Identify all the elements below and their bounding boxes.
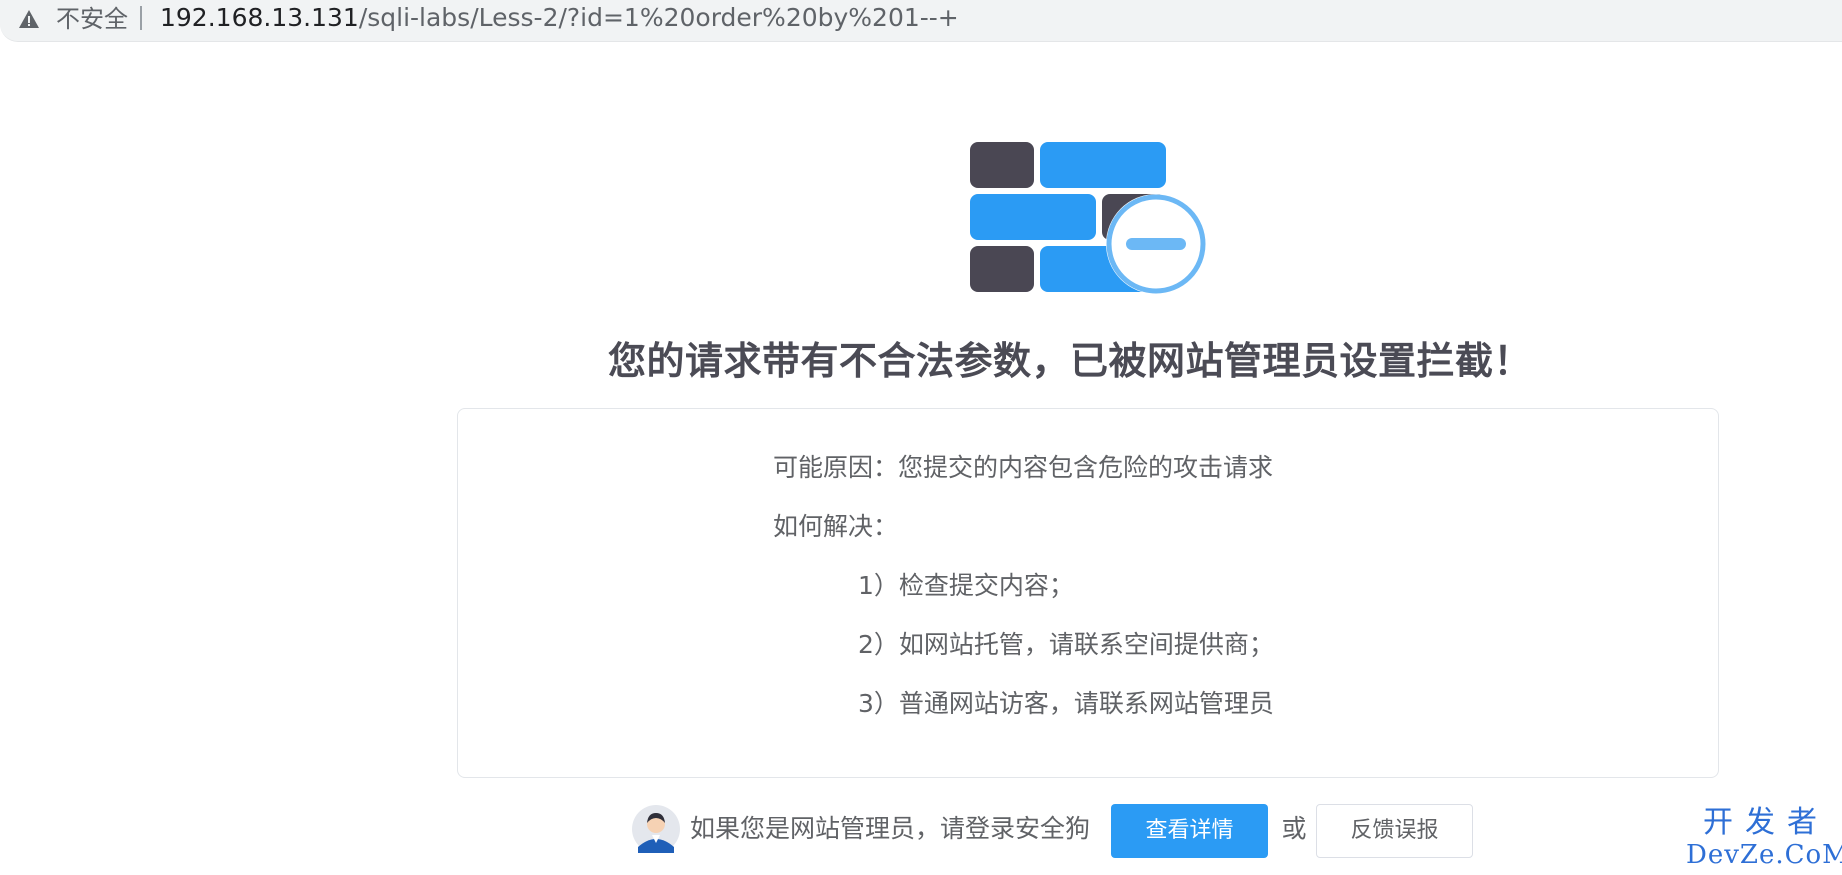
solution-step: 2）如网站托管，请联系空间提供商； [858, 630, 1274, 659]
solution-step: 3）普通网站访客，请联系网站管理员 [858, 689, 1274, 718]
firewall-blocked-icon [970, 142, 1206, 294]
url-host: 192.168.13.131 [160, 3, 359, 32]
watermark-cn: 开发者 [1703, 805, 1829, 840]
or-separator: 或 [1281, 814, 1307, 843]
address-bar[interactable]: 不安全 192.168.13.131/sqli-labs/Less-2/?id=… [0, 0, 1842, 42]
report-false-positive-button[interactable]: 反馈误报 [1316, 804, 1473, 858]
solution-step: 1）检查提交内容； [858, 571, 1074, 600]
admin-footer: 如果您是网站管理员，请登录安全狗 查看详情 或 反馈误报 [0, 800, 1842, 860]
url-path: /sqli-labs/Less-2/?id=1%20order%20by%201… [358, 3, 959, 32]
warning-triangle-icon [19, 10, 39, 28]
devze-watermark: 开发者 DevZe.CoM [1686, 805, 1842, 871]
address-separator [140, 6, 142, 30]
solution-heading: 如何解决： [773, 512, 899, 541]
possible-reason-text: 可能原因：您提交的内容包含危险的攻击请求 [773, 453, 1274, 482]
view-details-button[interactable]: 查看详情 [1111, 804, 1268, 858]
watermark-en: DevZe.CoM [1686, 840, 1842, 870]
security-status-label[interactable]: 不安全 [56, 4, 128, 34]
admin-avatar-icon [632, 805, 680, 853]
page-title: 您的请求带有不合法参数，已被网站管理员设置拦截！ [607, 339, 1532, 383]
url-text[interactable]: 192.168.13.131/sqli-labs/Less-2/?id=1%20… [160, 2, 959, 34]
admin-login-prompt: 如果您是网站管理员，请登录安全狗 [690, 814, 1091, 843]
